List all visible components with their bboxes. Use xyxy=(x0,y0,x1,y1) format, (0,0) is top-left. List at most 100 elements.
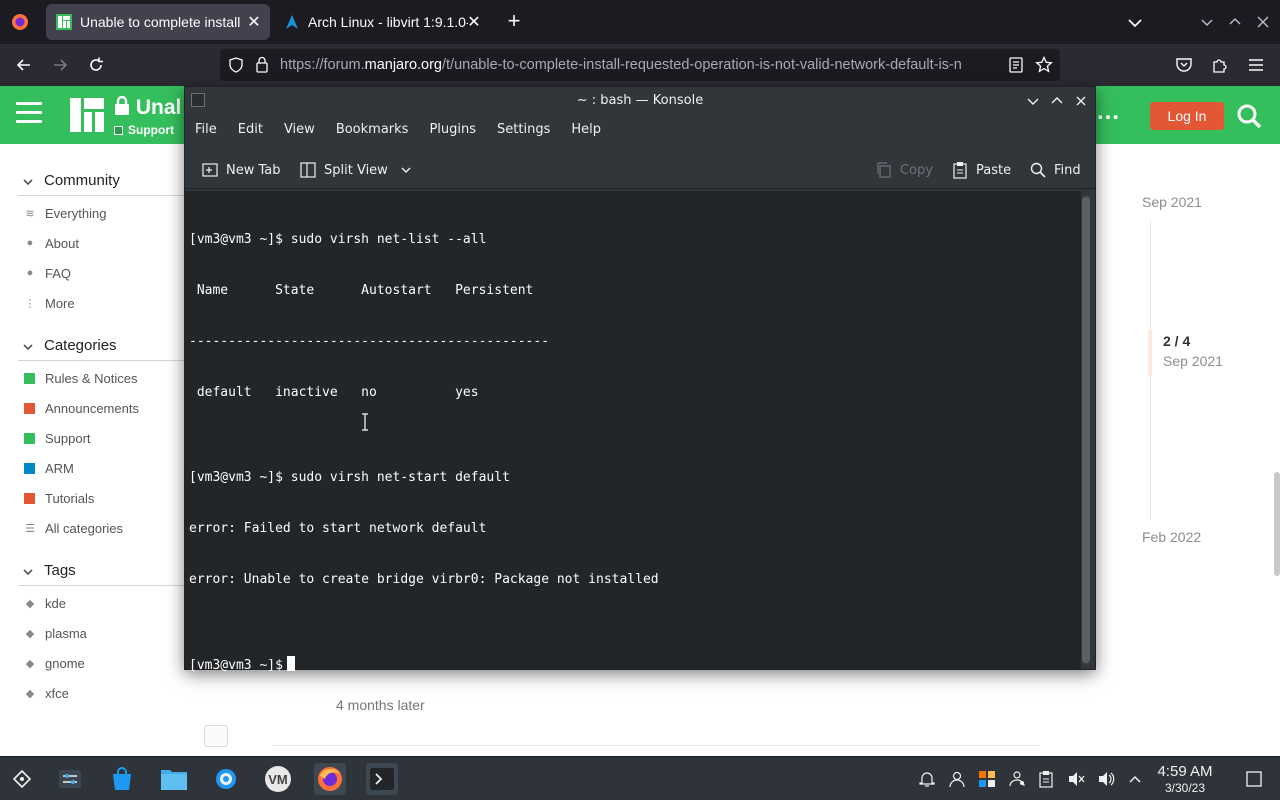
manjaro-logo[interactable] xyxy=(70,98,104,132)
sidebar-item-everything[interactable]: ≋ Everything xyxy=(24,204,106,222)
page-scrollbar[interactable] xyxy=(1274,472,1280,576)
minimize-window-icon[interactable] xyxy=(1197,12,1217,32)
clock-date[interactable]: 3/30/23 xyxy=(1152,781,1218,795)
sidebar-item-arm[interactable]: ARM xyxy=(24,459,74,477)
find-button[interactable]: Find xyxy=(1029,159,1081,181)
taskbar: VM 4:59 AM 3/30/23 xyxy=(0,756,1280,800)
bookmark-star-icon[interactable] xyxy=(1035,56,1053,74)
notifications-bell-icon[interactable] xyxy=(917,769,937,789)
more-options-icon[interactable]: … xyxy=(1096,98,1120,126)
sidebar-item-tag-plasma[interactable]: ◆ plasma xyxy=(24,624,87,642)
virt-manager-icon[interactable]: VM xyxy=(262,763,294,795)
reader-view-icon[interactable] xyxy=(1009,57,1023,73)
tracking-protection-shield-icon[interactable] xyxy=(228,57,244,73)
new-tab-plus-icon[interactable]: + xyxy=(502,10,526,34)
sidebar-item-faq[interactable]: ● FAQ xyxy=(24,264,71,282)
tab-archlinux[interactable]: Arch Linux - libvirt 1:9.1.0-1 ✕ xyxy=(274,4,490,40)
menu-plugins[interactable]: Plugins xyxy=(429,119,476,145)
split-view-button[interactable]: Split View xyxy=(299,159,419,181)
user-switcher-icon[interactable] xyxy=(947,769,967,789)
lock-icon[interactable] xyxy=(255,56,269,73)
konsole-titlebar[interactable]: ~ : bash — Konsole xyxy=(185,87,1095,115)
copy-button[interactable]: Copy xyxy=(875,159,933,181)
close-tab-icon[interactable]: ✕ xyxy=(464,12,484,32)
url-bar[interactable]: https://forum.manjaro.org/t/unable-to-co… xyxy=(220,49,1060,81)
konsole-taskbar-icon[interactable] xyxy=(366,763,398,795)
sidebar-item-tag-kde[interactable]: ◆ kde xyxy=(24,594,66,612)
menu-settings[interactable]: Settings xyxy=(497,119,550,145)
menu-view[interactable]: View xyxy=(284,119,315,145)
clock-time[interactable]: 4:59 AM xyxy=(1152,763,1218,780)
sidebar-item-tag-xfce[interactable]: ◆ xfce xyxy=(24,684,69,702)
clipboard-icon[interactable] xyxy=(1036,769,1056,789)
firefox-taskbar-icon[interactable] xyxy=(314,763,346,795)
sidebar-section-title: Tags xyxy=(44,562,76,579)
app-menu-hamburger-icon[interactable] xyxy=(1244,53,1268,77)
sidebar-item-more[interactable]: ⋮ More xyxy=(24,294,75,312)
list-all-tabs-chevron-icon[interactable] xyxy=(1124,12,1146,34)
new-tab-button[interactable]: New Tab xyxy=(201,159,281,181)
sidebar-section-community[interactable]: Community xyxy=(18,172,184,196)
menu-edit[interactable]: Edit xyxy=(238,119,263,145)
show-desktop-icon[interactable] xyxy=(1244,769,1264,789)
login-button[interactable]: Log In xyxy=(1150,102,1224,130)
sidebar-section-categories[interactable]: Categories xyxy=(18,337,184,361)
reload-icon[interactable] xyxy=(84,53,108,77)
system-settings-gear-icon[interactable] xyxy=(210,763,242,795)
menu-help[interactable]: Help xyxy=(571,119,601,145)
terminal-scrollbar[interactable] xyxy=(1082,195,1090,665)
volume-icon[interactable] xyxy=(1096,769,1116,789)
timeline-start-date[interactable]: Sep 2021 xyxy=(1142,194,1202,210)
system-settings-sliders-icon[interactable] xyxy=(54,763,86,795)
search-icon[interactable] xyxy=(1236,102,1262,130)
close-window-icon[interactable] xyxy=(1253,12,1273,32)
extensions-puzzle-icon[interactable] xyxy=(1208,53,1232,77)
network-icon[interactable] xyxy=(1007,769,1027,789)
timeline-end-date[interactable]: Feb 2022 xyxy=(1142,529,1201,545)
sidebar-item-all-categories[interactable]: ☰ All categories xyxy=(24,519,123,537)
sidebar-item-announcements[interactable]: Announcements xyxy=(24,399,139,417)
sidebar-item-label: Rules & Notices xyxy=(45,370,138,386)
sidebar-item-label: More xyxy=(45,295,75,311)
tray-expand-chevron-up-icon[interactable] xyxy=(1125,769,1145,789)
terminal-prompt-line[interactable]: [vm3@vm3 ~]$ xyxy=(189,656,659,674)
paste-button[interactable]: Paste xyxy=(951,159,1011,181)
sidebar-item-support[interactable]: Support xyxy=(24,429,91,447)
discover-store-icon[interactable] xyxy=(106,763,138,795)
timeline-handle[interactable] xyxy=(1148,330,1152,376)
forward-arrow-icon[interactable] xyxy=(48,53,72,77)
color-picker-grid-icon[interactable] xyxy=(977,769,997,789)
split-view-label: Split View xyxy=(324,162,388,178)
topic-category-badge[interactable]: Support xyxy=(114,123,174,137)
tab-forum[interactable]: Unable to complete install ✕ xyxy=(46,4,270,40)
maximize-window-icon[interactable] xyxy=(1225,12,1245,32)
minimize-window-icon[interactable] xyxy=(1025,93,1041,109)
keyboard-shortcuts-icon[interactable] xyxy=(204,725,228,747)
sidebar-section-title: Categories xyxy=(44,337,117,354)
menu-file[interactable]: File xyxy=(195,119,217,145)
application-launcher-icon[interactable] xyxy=(6,763,38,795)
maximize-window-icon[interactable] xyxy=(1049,93,1065,109)
category-color-square xyxy=(24,492,35,504)
sidebar-toggle-hamburger-icon[interactable] xyxy=(16,102,42,124)
firefox-view-icon[interactable] xyxy=(8,10,32,34)
sidebar-item-label: FAQ xyxy=(45,265,72,281)
sidebar-item-rules-notices[interactable]: Rules & Notices xyxy=(24,369,137,387)
sidebar-item-tutorials[interactable]: Tutorials xyxy=(24,489,94,507)
terminal-area[interactable]: [vm3@vm3 ~]$ sudo virsh net-list --all N… xyxy=(185,191,1081,673)
close-tab-icon[interactable]: ✕ xyxy=(244,12,264,32)
sidebar-section-tags[interactable]: Tags xyxy=(18,562,184,586)
back-arrow-icon[interactable] xyxy=(12,53,36,77)
sidebar-item-tag-gnome[interactable]: ◆ gnome xyxy=(24,654,85,672)
file-manager-folder-icon[interactable] xyxy=(158,763,190,795)
sidebar-item-about[interactable]: ● About xyxy=(24,234,79,252)
konsole-window[interactable]: ~ : bash — Konsole File Edit View Bookma… xyxy=(184,86,1096,673)
terminal-line: Name State Autostart Persistent xyxy=(189,283,534,298)
scrollbar-thumb[interactable] xyxy=(1082,197,1090,663)
close-window-icon[interactable] xyxy=(1073,93,1089,109)
menu-bookmarks[interactable]: Bookmarks xyxy=(336,119,409,145)
topic-timeline[interactable]: Sep 2021 2 / 4 Sep 2021 Feb 2022 xyxy=(1100,190,1280,570)
audio-muted-icon[interactable] xyxy=(1066,769,1086,789)
topic-title[interactable]: Unal xyxy=(114,95,181,120)
pocket-icon[interactable] xyxy=(1172,53,1196,77)
